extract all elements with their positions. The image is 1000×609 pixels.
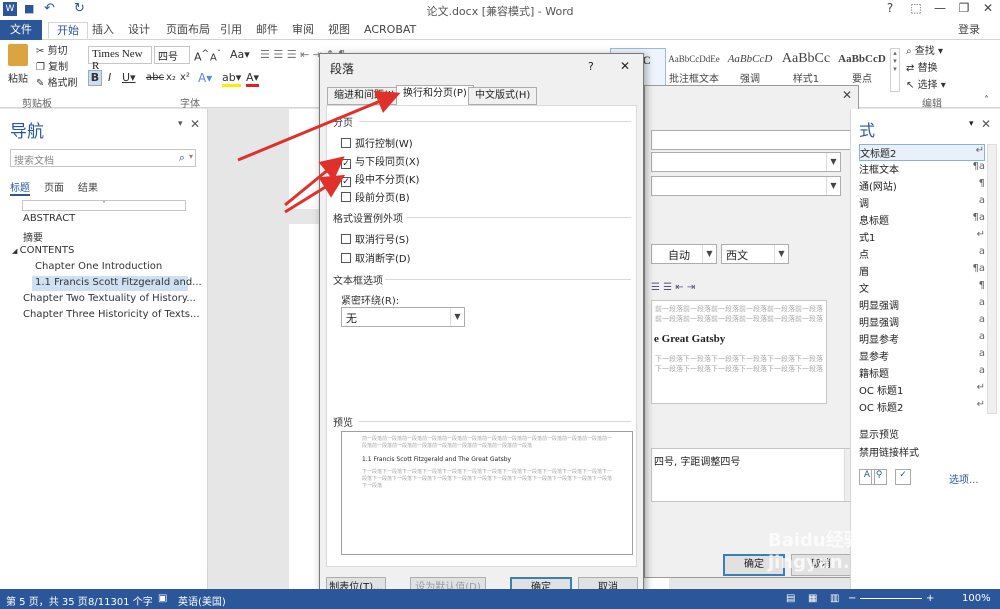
arrow-to-tab (237, 90, 401, 162)
watermark: Baidu经验 jingyan.baidu.com (768, 530, 956, 573)
zoom-out-icon[interactable]: − (848, 593, 856, 604)
annotation-arrows (237, 90, 401, 214)
proofing-icon[interactable]: ▣ (158, 593, 167, 604)
word-count[interactable]: 8/11301 个字 (88, 593, 153, 608)
zoom-slider[interactable] (860, 598, 922, 599)
zoom-level[interactable]: 100% (962, 593, 991, 604)
zoom-in-icon[interactable]: + (926, 593, 934, 604)
page-count[interactable]: 第 5 页，共 35 页 (6, 593, 88, 608)
language-status[interactable]: 英语(美国) (178, 593, 226, 608)
status-bar: 第 5 页，共 35 页 8/11301 个字 ▣ 英语(美国) ▤ ▦ ▥ −… (0, 589, 1000, 609)
web-layout-icon[interactable]: ▥ (830, 593, 839, 604)
print-layout-icon[interactable]: ▦ (808, 593, 817, 604)
read-mode-icon[interactable]: ▤ (786, 593, 795, 604)
